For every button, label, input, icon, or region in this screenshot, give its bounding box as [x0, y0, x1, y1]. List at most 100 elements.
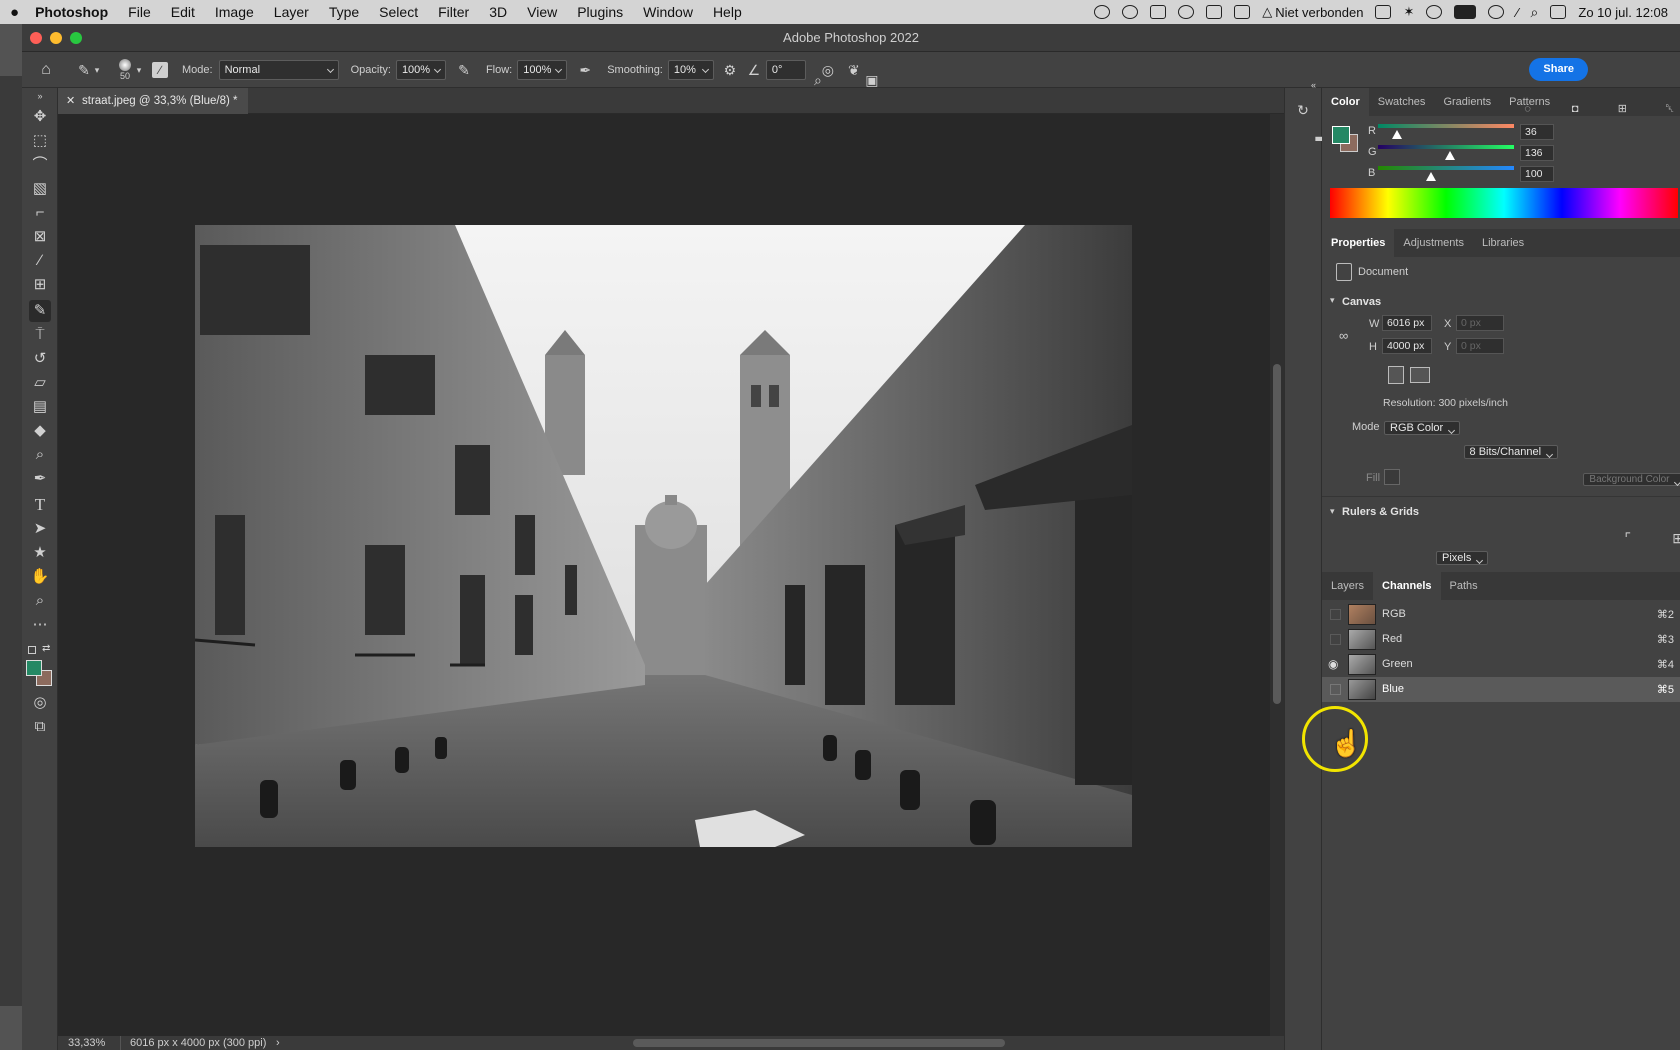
- bit-depth-select[interactable]: 8 Bits/Channel: [1463, 445, 1559, 459]
- portrait-orientation-icon[interactable]: [1388, 366, 1404, 384]
- clock-icon[interactable]: [1488, 5, 1505, 19]
- grid-icon[interactable]: ⊞: [1670, 530, 1680, 546]
- history-brush-tool-icon[interactable]: ↺: [29, 348, 51, 370]
- default-colors-icon[interactable]: [28, 646, 36, 654]
- zoom-tool-icon[interactable]: ⌕: [29, 590, 51, 612]
- minimize-window-button[interactable]: [50, 32, 62, 44]
- screen-mode-icon[interactable]: ⧉: [29, 716, 51, 738]
- flow-field[interactable]: 100%: [517, 59, 568, 80]
- trash-icon[interactable]: ␡: [1662, 101, 1678, 117]
- channel-row-red[interactable]: Red ⌘3: [1322, 627, 1680, 652]
- pressure-opacity-icon[interactable]: ✎: [456, 62, 472, 78]
- document-image[interactable]: [195, 225, 1132, 847]
- workspace-icon[interactable]: ▣: [864, 72, 880, 88]
- apple-menu-icon[interactable]: ●: [0, 4, 29, 21]
- dodge-tool-icon[interactable]: ⌕: [29, 444, 51, 466]
- app-menu[interactable]: Photoshop: [29, 4, 118, 20]
- link-dimensions-icon[interactable]: ∞: [1339, 328, 1348, 343]
- close-tab-icon[interactable]: ✕: [66, 88, 75, 114]
- canvas-x-field[interactable]: 0 px: [1456, 315, 1504, 331]
- fill-color-swatch[interactable]: [1384, 469, 1400, 485]
- frame-tool-icon[interactable]: ⊠: [29, 226, 51, 248]
- canvas-width-field[interactable]: 6016 px: [1382, 315, 1432, 331]
- r-slider-thumb[interactable]: [1392, 130, 1403, 139]
- collapse-panels-icon[interactable]: «: [1311, 80, 1316, 90]
- menu-layer[interactable]: Layer: [264, 4, 319, 20]
- canvas-height-field[interactable]: 4000 px: [1382, 338, 1432, 354]
- foreground-color-swatch[interactable]: [26, 660, 42, 676]
- gradient-tool-icon[interactable]: ▤: [29, 396, 51, 418]
- save-selection-channel-icon[interactable]: ◘: [1567, 101, 1583, 117]
- brush-tool-icon[interactable]: ✎: [29, 300, 51, 322]
- quick-mask-icon[interactable]: ◎: [29, 692, 51, 714]
- history-panel-icon[interactable]: ↻: [1295, 102, 1311, 118]
- channel-row-blue[interactable]: Blue ⌘5: [1322, 677, 1680, 702]
- b-slider-thumb[interactable]: [1426, 172, 1437, 181]
- marquee-tool-icon[interactable]: ⬚: [29, 130, 51, 152]
- search-icon[interactable]: ⌕: [810, 72, 826, 88]
- brush-settings-panel-icon[interactable]: ∕: [152, 61, 168, 78]
- brush-preset-icon[interactable]: ✎: [76, 62, 92, 78]
- clone-stamp-tool-icon[interactable]: ⍑: [29, 324, 51, 346]
- control-center-icon[interactable]: [1550, 5, 1567, 19]
- path-selection-tool-icon[interactable]: ➤: [29, 518, 51, 540]
- r-value-field[interactable]: 36: [1520, 124, 1554, 140]
- status-menu-icon[interactable]: ›: [276, 1036, 280, 1050]
- channel-visibility-toggle[interactable]: [1330, 634, 1341, 645]
- object-selection-tool-icon[interactable]: ▧: [29, 178, 51, 200]
- healing-brush-tool-icon[interactable]: ⊞: [29, 274, 51, 296]
- type-tool-icon[interactable]: T: [29, 494, 51, 516]
- g-slider[interactable]: [1378, 145, 1514, 160]
- g-slider-thumb[interactable]: [1445, 151, 1456, 160]
- new-channel-icon[interactable]: ⊞: [1614, 101, 1630, 117]
- info-icon[interactable]: [1426, 5, 1443, 19]
- b-slider[interactable]: [1378, 166, 1514, 181]
- hand-tool-icon[interactable]: ✋: [29, 566, 51, 588]
- opacity-field[interactable]: 100%: [395, 59, 446, 80]
- move-tool-icon[interactable]: ✥: [29, 106, 51, 128]
- more-tools-icon[interactable]: ⋯: [29, 614, 51, 636]
- gear-icon[interactable]: ⚙: [722, 62, 738, 78]
- brush-size-picker[interactable]: 50: [116, 58, 134, 81]
- pen-tool-icon[interactable]: ✒: [29, 468, 51, 490]
- tab-layers[interactable]: Layers: [1322, 572, 1373, 600]
- screen-mirror-icon[interactable]: [1375, 5, 1392, 19]
- swap-colors-icon[interactable]: ⇄: [42, 643, 50, 654]
- smoothing-field[interactable]: 10%: [667, 59, 714, 80]
- ruler-icon[interactable]: ⌜: [1620, 530, 1636, 546]
- brush-angle-field[interactable]: 0°: [765, 59, 806, 80]
- custom-shape-tool-icon[interactable]: ★: [29, 542, 51, 564]
- b-value-field[interactable]: 100: [1520, 166, 1554, 182]
- eye-icon[interactable]: ◉: [1328, 657, 1338, 671]
- symmetry-butterfly-icon[interactable]: ❦: [846, 62, 862, 78]
- blend-mode-select[interactable]: Normal: [218, 59, 339, 80]
- channel-visibility-toggle[interactable]: [1330, 684, 1341, 695]
- color-spectrum-ramp[interactable]: [1330, 188, 1678, 218]
- rulers-grids-section-title[interactable]: Rulers & Grids: [1342, 506, 1419, 518]
- menu-file[interactable]: File: [118, 4, 161, 20]
- bluetooth-icon[interactable]: ✶: [1403, 4, 1414, 20]
- battery-icon[interactable]: [1454, 5, 1477, 19]
- r-slider[interactable]: [1378, 124, 1514, 139]
- vertical-scroll-thumb[interactable]: [1273, 364, 1281, 704]
- lasso-tool-icon[interactable]: ⌒: [29, 154, 51, 176]
- chevron-down-icon[interactable]: ▾: [92, 62, 102, 78]
- tab-paths[interactable]: Paths: [1441, 572, 1487, 600]
- network-status[interactable]: △ Niet verbonden: [1262, 4, 1363, 20]
- record-icon[interactable]: [1094, 5, 1111, 19]
- wifi-off-icon[interactable]: ∕: [1516, 5, 1518, 20]
- airbrush-icon[interactable]: ✒: [577, 62, 593, 78]
- channel-row-green[interactable]: ◉ Green ⌘4: [1322, 652, 1680, 677]
- load-channel-selection-icon[interactable]: ◌: [1520, 101, 1536, 117]
- tab-properties[interactable]: Properties: [1322, 229, 1395, 257]
- text-tool-status-icon[interactable]: [1206, 5, 1223, 19]
- landscape-orientation-icon[interactable]: [1410, 367, 1430, 383]
- canvas-section-title[interactable]: Canvas: [1342, 296, 1381, 308]
- eraser-tool-icon[interactable]: ▱: [29, 372, 51, 394]
- creative-cloud-icon[interactable]: [1122, 5, 1139, 19]
- menu-3d[interactable]: 3D: [479, 4, 517, 20]
- tab-gradients[interactable]: Gradients: [1434, 88, 1500, 116]
- spotlight-search-icon[interactable]: ⌕: [1531, 4, 1539, 21]
- tab-channels[interactable]: Channels: [1373, 572, 1441, 600]
- chevron-down-icon[interactable]: ▾: [1330, 506, 1335, 517]
